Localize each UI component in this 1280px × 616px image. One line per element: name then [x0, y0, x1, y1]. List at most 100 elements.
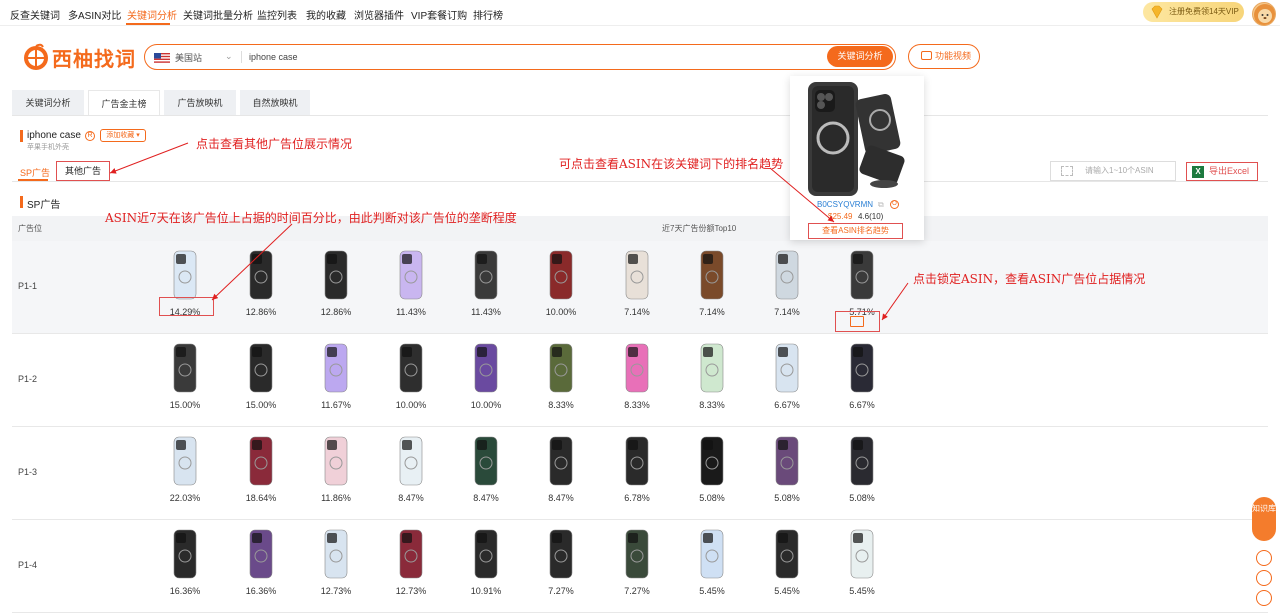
copy-icon[interactable]: ⧉	[878, 200, 884, 210]
search-input[interactable]	[249, 49, 809, 65]
product-thumbnail[interactable]	[311, 342, 361, 394]
product-cell[interactable]: 12.73%	[306, 528, 366, 608]
popup-asin-link[interactable]: B0CSYQVRMN	[817, 200, 873, 209]
product-cell[interactable]: 18.64%	[231, 435, 291, 515]
product-cell[interactable]: 8.33%	[607, 342, 667, 422]
product-thumbnail[interactable]	[612, 342, 662, 394]
product-cell[interactable]: 7.14%	[607, 249, 667, 329]
product-cell[interactable]: 6.67%	[832, 342, 892, 422]
product-cell[interactable]: 10.91%	[456, 528, 516, 608]
nav-keyword-analysis[interactable]: 关键词分析	[127, 7, 177, 22]
product-thumbnail[interactable]	[612, 435, 662, 487]
product-thumbnail[interactable]	[612, 249, 662, 301]
product-cell[interactable]: 15.00%	[155, 342, 215, 422]
product-cell[interactable]: 16.36%	[155, 528, 215, 608]
avatar[interactable]	[1252, 2, 1276, 26]
product-thumbnail[interactable]	[160, 342, 210, 394]
tab-keyword-analysis[interactable]: 关键词分析	[12, 90, 84, 116]
product-thumbnail[interactable]	[311, 528, 361, 580]
product-thumbnail[interactable]	[386, 342, 436, 394]
product-thumbnail[interactable]	[461, 342, 511, 394]
product-thumbnail[interactable]	[311, 435, 361, 487]
product-cell[interactable]: 7.27%	[607, 528, 667, 608]
nav-browser-plugin[interactable]: 浏览器插件	[354, 7, 404, 22]
product-cell[interactable]: 8.33%	[531, 342, 591, 422]
product-thumbnail[interactable]	[386, 249, 436, 301]
product-cell[interactable]: 12.86%	[306, 249, 366, 329]
product-thumbnail[interactable]	[687, 435, 737, 487]
nav-multi-asin[interactable]: 多ASIN对比	[68, 7, 121, 22]
product-cell[interactable]: 11.67%	[306, 342, 366, 422]
product-cell[interactable]: 7.27%	[531, 528, 591, 608]
nav-reverse-keyword[interactable]: 反查关键词	[10, 7, 60, 22]
product-thumbnail[interactable]	[536, 342, 586, 394]
chat-bubble-icon[interactable]	[1256, 570, 1272, 586]
product-thumbnail[interactable]	[837, 528, 887, 580]
nav-vip[interactable]: VIP套餐订购	[411, 7, 467, 22]
product-thumbnail[interactable]	[461, 528, 511, 580]
feedback-icon[interactable]	[1256, 590, 1272, 606]
product-thumbnail[interactable]	[160, 435, 210, 487]
product-thumbnail[interactable]	[687, 528, 737, 580]
product-cell[interactable]: 5.45%	[832, 528, 892, 608]
product-cell[interactable]: 10.00%	[456, 342, 516, 422]
brand-logo[interactable]: 西柚找词	[22, 40, 135, 74]
product-thumbnail[interactable]	[236, 528, 286, 580]
product-thumbnail[interactable]	[612, 528, 662, 580]
nav-monitor-list[interactable]: 监控列表	[257, 7, 297, 22]
product-thumbnail[interactable]	[160, 528, 210, 580]
subtab-sp-ads[interactable]: SP广告	[20, 166, 50, 179]
product-cell[interactable]: 5.08%	[832, 435, 892, 515]
tab-ad-projector[interactable]: 广告放映机	[164, 90, 236, 116]
chevron-down-icon[interactable]: ⌄	[225, 51, 233, 62]
product-thumbnail[interactable]	[536, 528, 586, 580]
product-thumbnail[interactable]	[311, 249, 361, 301]
product-thumbnail[interactable]	[386, 435, 436, 487]
product-cell[interactable]: 8.47%	[456, 435, 516, 515]
product-thumbnail[interactable]	[837, 342, 887, 394]
product-cell[interactable]: 6.67%	[757, 342, 817, 422]
nav-favorites[interactable]: 我的收藏	[306, 7, 346, 22]
product-cell[interactable]: 6.78%	[607, 435, 667, 515]
product-thumbnail[interactable]	[837, 249, 887, 301]
product-cell[interactable]: 5.08%	[757, 435, 817, 515]
lock-asin-button[interactable]	[835, 311, 880, 332]
product-cell[interactable]: 8.47%	[381, 435, 441, 515]
site-select[interactable]: 美国站	[175, 51, 202, 64]
asin-filter-input[interactable]: 请输入1~10个ASIN	[1050, 161, 1176, 181]
product-cell[interactable]: 16.36%	[231, 528, 291, 608]
subtab-other-ads[interactable]: 其他广告	[56, 161, 110, 181]
knowledge-base-button[interactable]: 知识库	[1252, 497, 1276, 541]
product-thumbnail[interactable]	[536, 249, 586, 301]
product-cell[interactable]: 7.14%	[757, 249, 817, 329]
product-cell[interactable]: 5.45%	[757, 528, 817, 608]
product-cell[interactable]: 15.00%	[231, 342, 291, 422]
product-cell[interactable]: 11.43%	[381, 249, 441, 329]
export-excel-button[interactable]: X 导出Excel	[1186, 162, 1258, 181]
product-cell[interactable]: 12.73%	[381, 528, 441, 608]
product-thumbnail[interactable]	[236, 249, 286, 301]
view-rank-trend-button[interactable]: 查看ASIN排名趋势	[808, 223, 903, 239]
product-thumbnail[interactable]	[236, 435, 286, 487]
vip-trial-button[interactable]: 注册免费领14天VIP	[1143, 2, 1244, 22]
product-cell[interactable]: 10.00%	[381, 342, 441, 422]
product-cell[interactable]: 5.08%	[682, 435, 742, 515]
support-agent-icon[interactable]	[1256, 550, 1272, 566]
product-thumbnail[interactable]	[762, 249, 812, 301]
product-cell[interactable]: 11.43%	[456, 249, 516, 329]
product-cell[interactable]: 12.86%	[231, 249, 291, 329]
product-cell[interactable]: 5.45%	[682, 528, 742, 608]
product-thumbnail[interactable]	[687, 249, 737, 301]
nav-ranking[interactable]: 排行榜	[473, 7, 503, 22]
product-cell[interactable]: 8.47%	[531, 435, 591, 515]
product-thumbnail[interactable]	[762, 435, 812, 487]
keyword-analysis-button[interactable]: 关键词分析	[827, 46, 893, 67]
product-cell[interactable]: 7.14%	[682, 249, 742, 329]
product-thumbnail[interactable]	[837, 435, 887, 487]
product-cell[interactable]: 22.03%	[155, 435, 215, 515]
tab-organic-projector[interactable]: 自然放映机	[240, 90, 310, 116]
product-cell[interactable]: 14.29%	[155, 249, 215, 329]
product-thumbnail[interactable]	[461, 249, 511, 301]
feature-video-button[interactable]: 功能视频	[908, 44, 980, 69]
nav-keyword-batch[interactable]: 关键词批量分析	[183, 7, 253, 22]
